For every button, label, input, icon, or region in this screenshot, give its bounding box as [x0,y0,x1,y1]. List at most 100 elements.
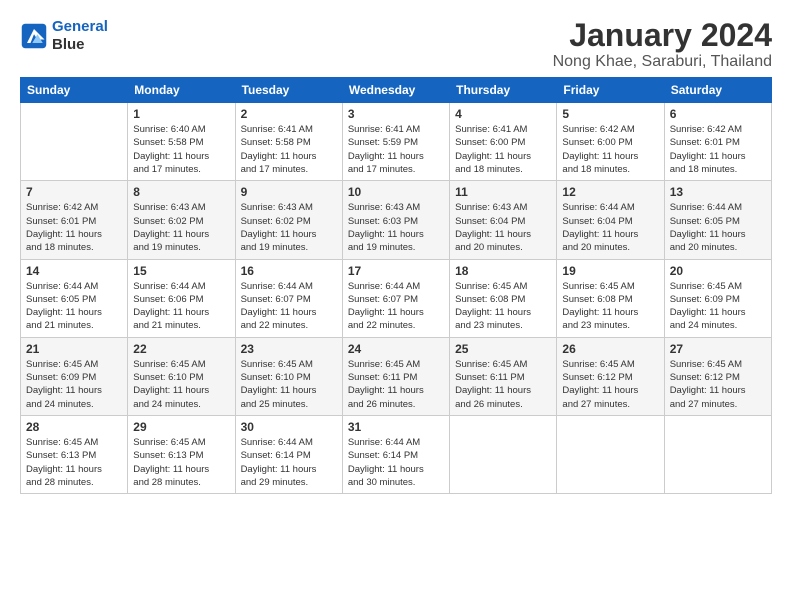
day-number: 8 [133,185,229,199]
calendar-cell: 19 Sunrise: 6:45 AM Sunset: 6:08 PM Dayli… [557,259,664,337]
column-header-tuesday: Tuesday [235,78,342,103]
day-number: 22 [133,342,229,356]
day-info: Sunrise: 6:45 AM Sunset: 6:10 PM Dayligh… [241,358,337,411]
day-info: Sunrise: 6:43 AM Sunset: 6:04 PM Dayligh… [455,201,551,254]
page-container: General Blue January 2024 Nong Khae, Sar… [0,0,792,504]
day-info: Sunrise: 6:44 AM Sunset: 6:04 PM Dayligh… [562,201,658,254]
day-info: Sunrise: 6:44 AM Sunset: 6:07 PM Dayligh… [348,280,444,333]
calendar-cell: 1Sunrise: 6:40 AM Sunset: 5:58 PM Daylig… [128,103,235,181]
day-info: Sunrise: 6:44 AM Sunset: 6:14 PM Dayligh… [241,436,337,489]
day-info: Sunrise: 6:41 AM Sunset: 5:58 PM Dayligh… [241,123,337,176]
calendar-cell: 21 Sunrise: 6:45 AM Sunset: 6:09 PM Dayli… [21,337,128,415]
day-number: 23 [241,342,337,356]
column-header-saturday: Saturday [664,78,771,103]
calendar-cell: 23 Sunrise: 6:45 AM Sunset: 6:10 PM Dayli… [235,337,342,415]
day-info: Sunrise: 6:44 AM Sunset: 6:14 PM Dayligh… [348,436,444,489]
calendar-cell: 17 Sunrise: 6:44 AM Sunset: 6:07 PM Dayli… [342,259,449,337]
day-info: Sunrise: 6:45 AM Sunset: 6:08 PM Dayligh… [562,280,658,333]
day-number: 14 [26,264,122,278]
calendar-cell: 13Sunrise: 6:44 AM Sunset: 6:05 PM Dayli… [664,181,771,259]
calendar-cell: 26 Sunrise: 6:45 AM Sunset: 6:12 PM Dayli… [557,337,664,415]
day-number: 16 [241,264,337,278]
day-info: Sunrise: 6:45 AM Sunset: 6:12 PM Dayligh… [670,358,766,411]
calendar-cell: 8 Sunrise: 6:43 AM Sunset: 6:02 PM Daylig… [128,181,235,259]
day-number: 20 [670,264,766,278]
day-info: Sunrise: 6:45 AM Sunset: 6:11 PM Dayligh… [348,358,444,411]
day-number: 2 [241,107,337,121]
calendar-cell: 6 Sunrise: 6:42 AM Sunset: 6:01 PM Daylig… [664,103,771,181]
day-number: 4 [455,107,551,121]
page-subtitle: Nong Khae, Saraburi, Thailand [553,53,772,71]
calendar-cell: 30 Sunrise: 6:44 AM Sunset: 6:14 PM Dayli… [235,415,342,493]
calendar-cell: 20 Sunrise: 6:45 AM Sunset: 6:09 PM Dayli… [664,259,771,337]
calendar-cell: 4 Sunrise: 6:41 AM Sunset: 6:00 PM Daylig… [450,103,557,181]
day-number: 3 [348,107,444,121]
column-header-monday: Monday [128,78,235,103]
calendar-cell: 27 Sunrise: 6:45 AM Sunset: 6:12 PM Dayli… [664,337,771,415]
day-number: 9 [241,185,337,199]
day-number: 30 [241,420,337,434]
day-number: 17 [348,264,444,278]
calendar-cell [450,415,557,493]
day-number: 1 [133,107,229,121]
day-number: 11 [455,185,551,199]
calendar-week-3: 14 Sunrise: 6:44 AM Sunset: 6:05 PM Dayli… [21,259,772,337]
calendar-cell [21,103,128,181]
calendar-cell: 7 Sunrise: 6:42 AM Sunset: 6:01 PM Daylig… [21,181,128,259]
day-number: 5 [562,107,658,121]
calendar-cell: 12 Sunrise: 6:44 AM Sunset: 6:04 PM Dayli… [557,181,664,259]
calendar-cell: 22Sunrise: 6:45 AM Sunset: 6:10 PM Dayli… [128,337,235,415]
calendar-cell: 14 Sunrise: 6:44 AM Sunset: 6:05 PM Dayli… [21,259,128,337]
calendar-cell: 25Sunrise: 6:45 AM Sunset: 6:11 PM Dayli… [450,337,557,415]
day-number: 28 [26,420,122,434]
day-number: 26 [562,342,658,356]
page-title: January 2024 [553,18,772,53]
day-info: Sunrise: 6:44 AM Sunset: 6:05 PM Dayligh… [26,280,122,333]
column-header-wednesday: Wednesday [342,78,449,103]
day-number: 12 [562,185,658,199]
column-header-thursday: Thursday [450,78,557,103]
day-info: Sunrise: 6:41 AM Sunset: 5:59 PM Dayligh… [348,123,444,176]
logo-line1: General [52,18,108,35]
calendar-cell: 16 Sunrise: 6:44 AM Sunset: 6:07 PM Dayli… [235,259,342,337]
logo-text: General Blue [52,18,108,54]
title-block: January 2024 Nong Khae, Saraburi, Thaila… [553,18,772,71]
day-info: Sunrise: 6:41 AM Sunset: 6:00 PM Dayligh… [455,123,551,176]
day-info: Sunrise: 6:42 AM Sunset: 6:01 PM Dayligh… [26,201,122,254]
day-number: 21 [26,342,122,356]
day-info: Sunrise: 6:42 AM Sunset: 6:00 PM Dayligh… [562,123,658,176]
day-number: 7 [26,185,122,199]
column-header-friday: Friday [557,78,664,103]
day-info: Sunrise: 6:43 AM Sunset: 6:03 PM Dayligh… [348,201,444,254]
calendar-week-4: 21 Sunrise: 6:45 AM Sunset: 6:09 PM Dayli… [21,337,772,415]
day-number: 13 [670,185,766,199]
day-number: 31 [348,420,444,434]
logo-line2: Blue [52,36,85,53]
calendar-cell: 9Sunrise: 6:43 AM Sunset: 6:02 PM Daylig… [235,181,342,259]
calendar-week-2: 7 Sunrise: 6:42 AM Sunset: 6:01 PM Daylig… [21,181,772,259]
day-info: Sunrise: 6:43 AM Sunset: 6:02 PM Dayligh… [133,201,229,254]
day-info: Sunrise: 6:45 AM Sunset: 6:09 PM Dayligh… [670,280,766,333]
calendar-cell: 31 Sunrise: 6:44 AM Sunset: 6:14 PM Dayli… [342,415,449,493]
day-info: Sunrise: 6:42 AM Sunset: 6:01 PM Dayligh… [670,123,766,176]
day-number: 6 [670,107,766,121]
day-number: 10 [348,185,444,199]
calendar-cell: 15Sunrise: 6:44 AM Sunset: 6:06 PM Dayli… [128,259,235,337]
day-number: 18 [455,264,551,278]
day-number: 19 [562,264,658,278]
day-number: 15 [133,264,229,278]
day-info: Sunrise: 6:45 AM Sunset: 6:09 PM Dayligh… [26,358,122,411]
calendar-cell: 28 Sunrise: 6:45 AM Sunset: 6:13 PM Dayli… [21,415,128,493]
day-info: Sunrise: 6:44 AM Sunset: 6:07 PM Dayligh… [241,280,337,333]
calendar-cell: 2 Sunrise: 6:41 AM Sunset: 5:58 PM Daylig… [235,103,342,181]
day-number: 24 [348,342,444,356]
calendar-cell [664,415,771,493]
calendar-cell: 5 Sunrise: 6:42 AM Sunset: 6:00 PM Daylig… [557,103,664,181]
day-number: 25 [455,342,551,356]
calendar-cell: 11 Sunrise: 6:43 AM Sunset: 6:04 PM Dayli… [450,181,557,259]
day-number: 27 [670,342,766,356]
day-info: Sunrise: 6:45 AM Sunset: 6:12 PM Dayligh… [562,358,658,411]
day-info: Sunrise: 6:45 AM Sunset: 6:13 PM Dayligh… [26,436,122,489]
header: General Blue January 2024 Nong Khae, Sar… [20,18,772,71]
logo-icon [20,22,48,50]
